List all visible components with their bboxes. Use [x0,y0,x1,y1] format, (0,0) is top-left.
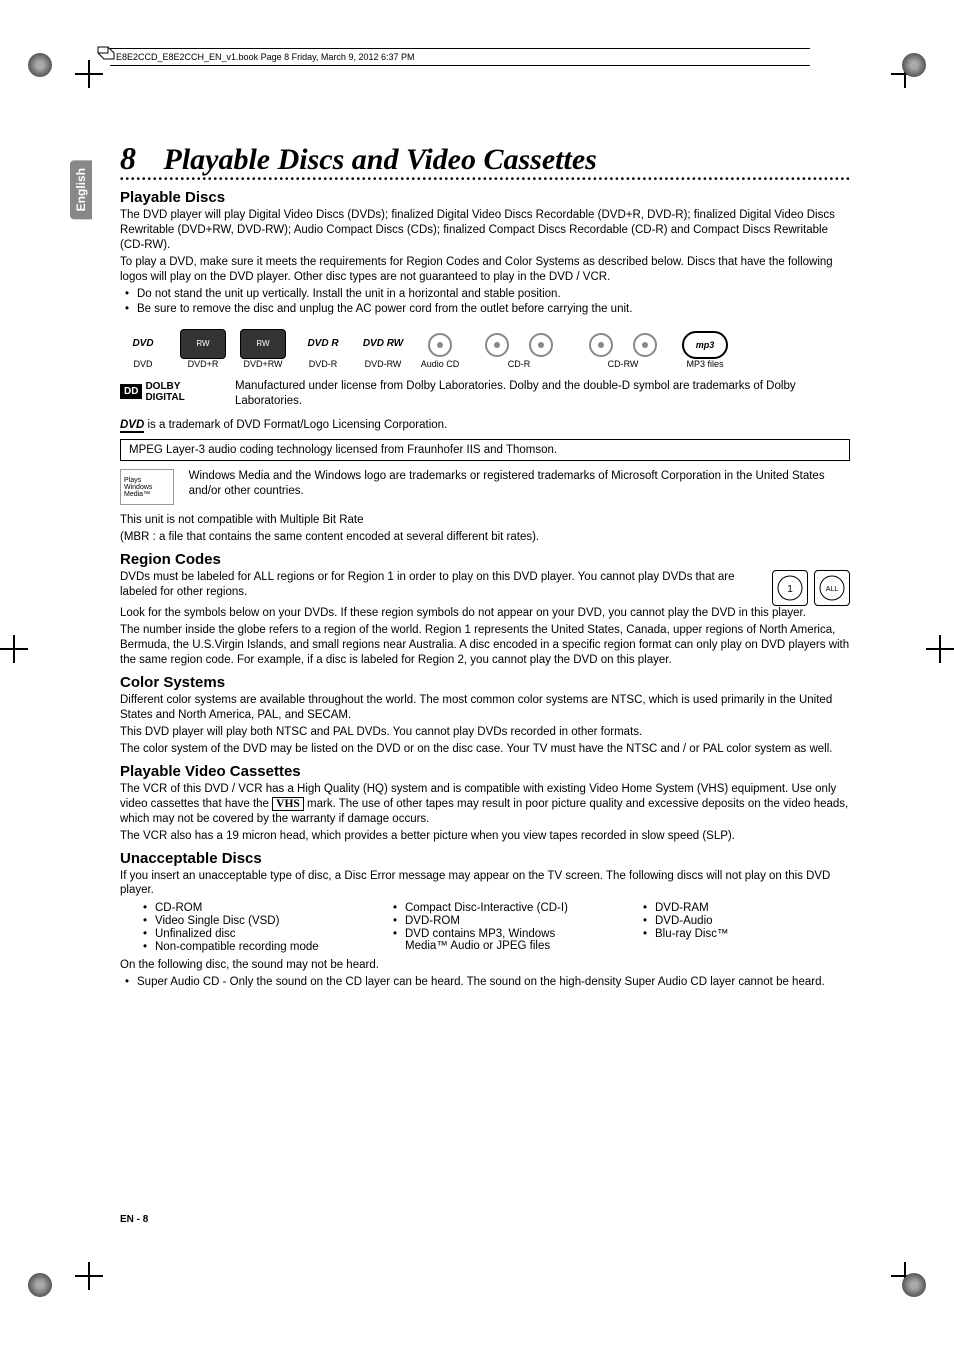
heading-unacceptable: Unacceptable Discs [120,850,850,867]
crop-decoration-bl [28,1273,52,1297]
logo-cd-rw: CD-RW [578,327,668,369]
chapter-number: 8 [120,140,136,176]
logo-dvd-plus-r: RWDVD+R [180,329,226,369]
mpeg-box: MPEG Layer-3 audio coding technology lic… [120,439,850,461]
vcr-p1: The VCR of this DVD / VCR has a High Qua… [120,782,850,827]
dvd-tm-line: DVD is a trademark of DVD Format/Logo Li… [120,418,850,433]
color-p3: The color system of the DVD may be liste… [120,742,850,757]
logo-dvd-rw: DVD RWDVD-RW [360,329,406,369]
dolby-text: Manufactured under license from Dolby La… [235,379,850,409]
logo-dvd-r: DVD RDVD-R [300,329,346,369]
footer-page-number: EN - 8 [120,1214,148,1225]
heading-region: Region Codes [120,551,850,568]
windows-logo: Plays Windows Media™ [120,469,174,505]
windows-block: Plays Windows Media™ Windows Media and t… [120,469,850,505]
logo-dvd-plus-rw: RWDVD+RW [240,329,286,369]
mbr-line1: This unit is not compatible with Multipl… [120,513,850,528]
chapter-title-text: Playable Discs and Video Cassettes [164,143,597,176]
crop-decoration-tl [28,53,52,77]
crop-mark-mr [926,635,954,663]
unacceptable-p1: If you insert an unacceptable type of di… [120,869,850,899]
svg-text:ALL: ALL [826,586,839,593]
col3: DVD-RAM DVD-Audio Blu-ray Disc™ [625,902,850,954]
dotted-rule: ••••••••••••••••••••••••••••••••••••••••… [120,177,850,183]
bullet-1: Do not stand the unit up vertically. Ins… [125,287,850,302]
col1: CD-ROM Video Single Disc (VSD) Unfinaliz… [125,902,350,954]
dolby-block: DDDOLBY DIGITAL Manufactured under licen… [120,379,850,411]
vcr-p2: The VCR also has a 19 micron head, which… [120,829,850,844]
crop-mark-ml [0,635,28,663]
disc-logos-row: DVDDVD RWDVD+R RWDVD+RW DVD RDVD-R DVD R… [120,327,850,369]
chapter-title: 8 Playable Discs and Video Cassettes [120,140,850,177]
language-tab: English [70,160,92,219]
unacceptable-cols: CD-ROM Video Single Disc (VSD) Unfinaliz… [120,902,850,954]
page-content: 8 Playable Discs and Video Cassettes •••… [120,140,850,992]
dolby-logo: DDDOLBY DIGITAL [120,379,220,405]
header-path: E8E2CCD_E8E2CCH_EN_v1.book Page 8 Friday… [110,48,810,66]
logo-dvd: DVDDVD [120,329,166,369]
discs-bullets: Do not stand the unit up vertically. Ins… [125,287,850,317]
text-discs-p1: The DVD player will play Digital Video D… [120,208,850,253]
logo-cd-r: CD-R [474,327,564,369]
color-p1: Different color systems are available th… [120,693,850,723]
windows-text: Windows Media and the Windows logo are t… [189,469,850,499]
unacceptable-p2: On the following disc, the sound may not… [120,958,850,973]
heading-playable-discs: Playable Discs [120,189,850,206]
unacceptable-sacd: Super Audio CD - Only the sound on the C… [125,975,850,990]
crop-decoration-tr [902,53,926,77]
region-icon-all: ALL [814,570,850,606]
mbr-line2: (MBR : a file that contains the same con… [120,530,850,545]
svg-text:1: 1 [787,584,793,595]
bullet-2: Be sure to remove the disc and unplug th… [125,302,850,317]
region-p2: Look for the symbols below on your DVDs.… [120,606,850,621]
region-p1: DVDs must be labeled for ALL regions or … [120,570,850,600]
crop-decoration-br [902,1273,926,1297]
region-p3: The number inside the globe refers to a … [120,623,850,668]
color-p2: This DVD player will play both NTSC and … [120,725,850,740]
vhs-mark: VHS [272,797,304,811]
heading-color: Color Systems [120,674,850,691]
logo-mp3: mp3MP3 files [682,331,728,369]
region-icon-1: 1 [772,570,808,606]
heading-vcr: Playable Video Cassettes [120,763,850,780]
col2: Compact Disc-Interactive (CD-I) DVD-ROM … [375,902,600,954]
region-icons: 1 ALL [772,570,850,606]
logo-audio-cd: Audio CD [420,327,460,369]
text-discs-p2: To play a DVD, make sure it meets the re… [120,255,850,285]
crop-mark-bl [75,1262,103,1290]
dvd-logo-inline: DVD [120,419,144,433]
